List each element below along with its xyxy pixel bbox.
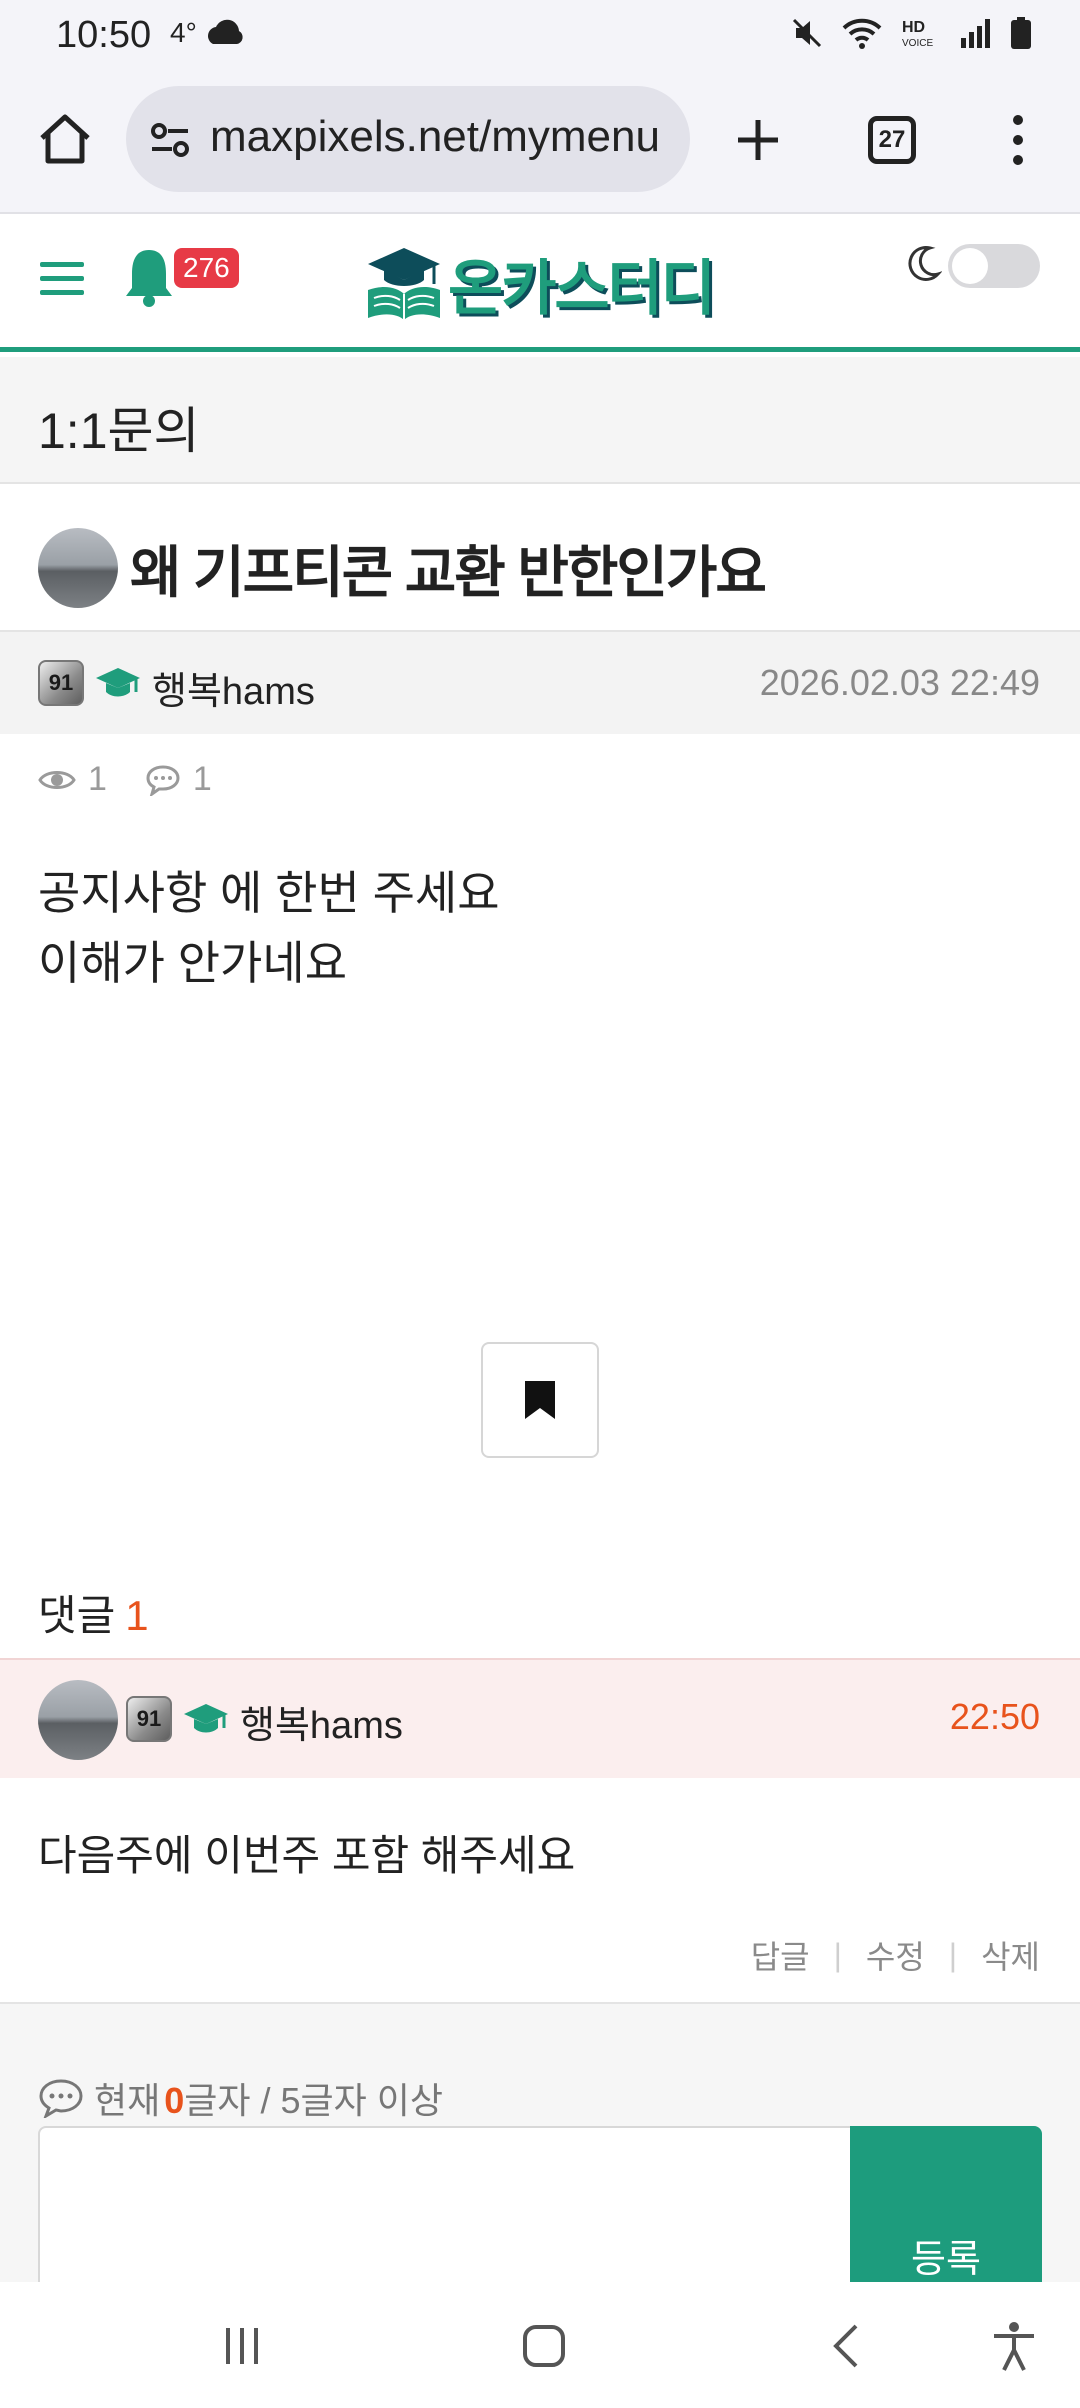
comments-heading: 댓글 1 <box>38 1582 149 1643</box>
graduation-cap-icon <box>184 1704 228 1733</box>
svg-text:HD: HD <box>902 19 925 36</box>
weather-icon <box>207 19 243 44</box>
toggle-knob <box>952 248 988 284</box>
tab-switcher-button[interactable]: 27 <box>868 116 916 164</box>
board-title-bar: 1:1문의 <box>0 357 1080 484</box>
char-counter-current: 0 <box>164 2080 185 2121</box>
delete-button[interactable]: 삭제 <box>981 1932 1040 1978</box>
notification-bell-icon[interactable] <box>122 244 176 308</box>
post-body-line: 공지사항 에 한번 주세요 <box>38 867 500 919</box>
recents-icon[interactable] <box>220 2324 264 2368</box>
url-bar[interactable]: maxpixels.net/mymenu <box>126 86 690 192</box>
avatar[interactable] <box>38 1680 118 1760</box>
book-cap-logo-icon <box>368 247 440 320</box>
eye-icon <box>38 770 76 789</box>
comments-heading-label: 댓글 <box>38 1592 116 1639</box>
status-right-icons: HD VOICE <box>790 16 1032 50</box>
level-badge: 91 <box>126 1696 172 1742</box>
comment-count-stat: 1 <box>192 760 212 798</box>
comment-header: 91 행복hams 22:50 <box>0 1658 1080 1778</box>
comment-author[interactable]: 행복hams <box>240 1694 403 1749</box>
view-stat: 1 <box>38 760 107 799</box>
site-settings-icon[interactable] <box>148 118 192 162</box>
home-icon[interactable] <box>36 110 94 168</box>
status-left-icons: 4° <box>170 16 245 50</box>
post-body-line: 이해가 안가네요 <box>38 937 348 989</box>
avatar[interactable] <box>38 528 118 608</box>
level-number: 91 <box>48 670 74 695</box>
more-menu-icon[interactable] <box>998 112 1038 168</box>
comments-count: 1 <box>125 1592 149 1639</box>
comment-bubble-icon <box>39 2079 83 2118</box>
char-counter: 현재 0글자 / 5글자 이상 <box>38 2072 443 2124</box>
site-header: 276 온카스터디 <box>0 214 1080 352</box>
action-divider: | <box>948 1936 958 1973</box>
comment-bubble-icon <box>146 764 180 796</box>
graduation-cap-icon <box>96 668 140 697</box>
svg-text:VOICE: VOICE <box>902 38 933 49</box>
reply-button[interactable]: 답글 <box>751 1932 810 1978</box>
tab-count: 27 <box>878 126 906 153</box>
char-counter-prefix: 현재 <box>94 2080 161 2121</box>
accessibility-icon[interactable] <box>990 2320 1038 2372</box>
post-body: 공지사항 에 한번 주세요 이해가 안가네요 <box>38 858 500 998</box>
level-number: 91 <box>136 1706 162 1731</box>
moon-icon <box>908 246 942 281</box>
post-author-bar: 91 행복hams 2026.02.03 22:49 <box>0 632 1080 734</box>
signal-icon <box>961 19 990 48</box>
notification-count-badge[interactable]: 276 <box>174 248 239 288</box>
bookmark-icon <box>525 1381 555 1419</box>
author-name[interactable]: 행복hams <box>152 660 315 715</box>
url-text[interactable]: maxpixels.net/mymenu <box>210 112 660 162</box>
weather-temp: 4° <box>170 17 197 48</box>
site-logo[interactable]: 온카스터디 <box>364 240 716 327</box>
status-bar: 10:50 4° HD VOICE <box>0 0 1080 72</box>
post-title-row: 왜 기프티콘 교환 반한인가요 <box>0 486 1080 632</box>
dark-mode-toggle[interactable] <box>948 244 1040 288</box>
battery-icon <box>1011 17 1031 49</box>
bookmark-button[interactable] <box>481 1342 599 1458</box>
action-divider: | <box>833 1936 842 1973</box>
post-stats: 1 1 <box>38 760 212 799</box>
wifi-icon <box>842 18 882 49</box>
view-count: 1 <box>88 760 107 798</box>
comment-stat: 1 <box>145 760 212 799</box>
char-counter-suffix: 글자 / 5글자 이상 <box>184 2080 444 2121</box>
hd-voice-icon: HD VOICE <box>902 19 933 49</box>
browser-toolbar: maxpixels.net/mymenu 27 <box>0 72 1080 214</box>
board-title[interactable]: 1:1문의 <box>38 391 200 463</box>
hamburger-menu-icon[interactable] <box>38 254 86 302</box>
edit-button[interactable]: 수정 <box>866 1932 925 1978</box>
comment-actions: 답글 | 수정 | 삭제 <box>751 1932 1040 1978</box>
back-icon[interactable] <box>828 2322 864 2370</box>
nav-home-icon[interactable] <box>522 2324 566 2368</box>
comment-body: 다음주에 이번주 포함 해주세요 <box>38 1832 576 1879</box>
comment-time: 22:50 <box>949 1696 1040 1737</box>
mute-icon <box>792 18 822 48</box>
post-date: 2026.02.03 22:49 <box>759 662 1040 703</box>
post-title: 왜 기프티콘 교환 반한인가요 <box>130 541 767 604</box>
new-tab-icon[interactable] <box>732 114 784 166</box>
status-time: 10:50 <box>56 14 152 56</box>
site-logo-text: 온카스터디 <box>448 255 716 322</box>
level-badge: 91 <box>38 660 84 706</box>
comment-form: 현재 0글자 / 5글자 이상 등록 <box>0 2004 1080 2326</box>
system-nav-bar <box>0 2282 1080 2408</box>
